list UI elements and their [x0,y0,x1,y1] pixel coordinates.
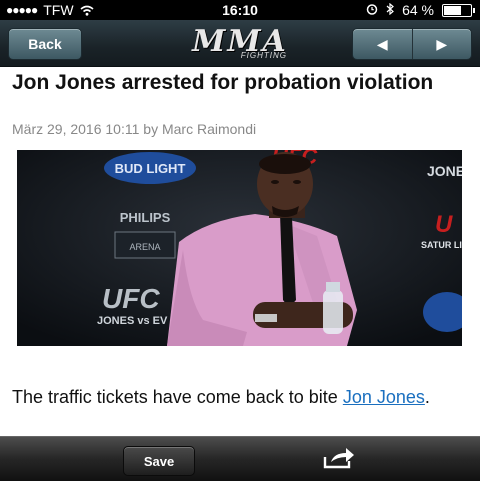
status-bar: ●●●●● TFW 16:10 64 % [0,0,480,20]
ufc-logo-right: U [435,211,453,238]
jones-evans-text: JONES vs EV [97,315,168,327]
logo-subtext: FIGHTING [240,51,287,60]
bluetooth-icon [386,2,394,18]
jon-jones-link[interactable]: Jon Jones [343,387,425,407]
article-title: Jon Jones arrested for probation violati… [12,71,434,94]
alarm-icon [366,2,378,18]
philips-text: PHILIPS [120,210,171,225]
article-meta: März 29, 2016 10:11 by Marc Raimondi [12,121,256,137]
article-body-end: . [424,387,430,407]
battery-percentage: 64 % [402,2,434,18]
article-body: The traffic tickets have come back to bi… [12,386,468,408]
save-button[interactable]: Save [123,446,195,476]
share-button[interactable] [318,447,360,473]
next-article-button[interactable]: ▶ [411,29,472,59]
share-icon [322,447,356,474]
article-by: by [143,121,159,137]
status-right: 64 % [366,2,475,18]
mma-fighting-logo: MMA FIGHTING [135,24,345,62]
article-author: Marc Raimondi [161,121,257,137]
ufc-logo-bottom: UFC [102,283,160,314]
bud-light-text: BUD LIGHT [115,161,186,176]
article-body-text: The traffic tickets have come back to bi… [12,387,343,407]
navigation-bar: Back MMA FIGHTING ◀ ▶ [0,20,480,67]
jones-text-right: JONE [427,163,462,179]
saturday-live-text: SATUR LIVE ON [421,240,462,250]
arena-text: ARENA [129,242,160,252]
article-photo: BUD LIGHT UFC PHILIPS ARENA UFC JONES vs… [17,150,462,346]
battery-icon [442,3,475,17]
article-date: März 29, 2016 10:11 [12,121,140,137]
back-button[interactable]: Back [8,28,82,60]
article-pager: ◀ ▶ [352,28,472,60]
bottom-toolbar: Save [0,436,480,481]
previous-article-button[interactable]: ◀ [353,29,412,59]
